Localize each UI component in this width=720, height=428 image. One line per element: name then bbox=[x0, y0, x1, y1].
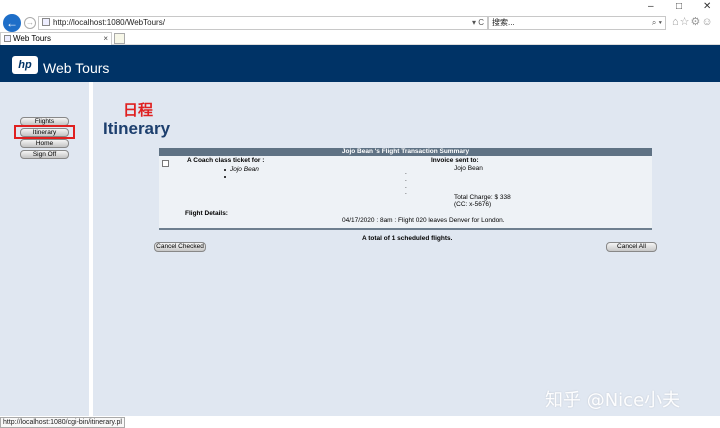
back-button[interactable]: ← bbox=[3, 14, 21, 32]
new-tab-button[interactable] bbox=[114, 33, 125, 44]
itinerary-highlight-box bbox=[14, 125, 75, 139]
page-title: Itinerary bbox=[103, 119, 171, 138]
tab-favicon-icon bbox=[4, 35, 11, 42]
total-flights-text: A total of 1 scheduled flights. bbox=[362, 235, 453, 242]
refresh-icon[interactable]: ▾ C bbox=[472, 17, 484, 29]
transaction-summary: Jojo Bean 's Flight Transaction Summary … bbox=[159, 148, 652, 230]
hp-logo: hp bbox=[12, 56, 38, 74]
site-header: hp Web Tours bbox=[0, 45, 720, 82]
cancel-checked-button[interactable]: Cancel Checked bbox=[154, 242, 206, 252]
url-text: http://localhost:1080/WebTours/ bbox=[53, 18, 165, 27]
invoice-name: Jojo Bean bbox=[454, 165, 483, 172]
forward-button[interactable]: → bbox=[24, 17, 36, 29]
close-window-button[interactable]: ✕ bbox=[703, 1, 711, 12]
url-input[interactable]: http://localhost:1080/WebTours/ ▾ C bbox=[38, 16, 488, 30]
total-charge: Total Charge: $ 338 bbox=[454, 194, 511, 201]
search-placeholder: 搜索... bbox=[492, 18, 515, 27]
site-title: Web Tours bbox=[43, 60, 110, 76]
nav-home-button[interactable]: Home bbox=[20, 139, 69, 148]
search-icon[interactable]: ⌕ ▾ bbox=[652, 17, 662, 29]
passenger-name: Jojo Bean bbox=[230, 166, 259, 173]
tab-close-icon[interactable]: × bbox=[103, 33, 108, 44]
passenger-bullet bbox=[224, 169, 226, 171]
status-url: http://localhost:1080/cgi-bin/itinerary.… bbox=[0, 417, 125, 428]
cancel-all-button[interactable]: Cancel All bbox=[606, 242, 657, 252]
passenger-bullet-empty bbox=[224, 176, 226, 178]
tab-title: Web Tours bbox=[13, 34, 51, 43]
zhihu-watermark: 知乎 @Nice小夫 bbox=[545, 390, 681, 411]
flight-details: 04/17/2020 : 8am : Flight 020 leaves Den… bbox=[342, 217, 505, 224]
tab-bar: Web Tours × bbox=[0, 32, 720, 45]
summary-header: Jojo Bean 's Flight Transaction Summary bbox=[159, 148, 652, 156]
status-bar: http://localhost:1080/cgi-bin/itinerary.… bbox=[0, 416, 720, 428]
maximize-button[interactable]: □ bbox=[676, 1, 682, 12]
credit-card: (CC: x-5676) bbox=[454, 201, 492, 208]
page-title-chinese: 日程 bbox=[123, 101, 154, 119]
ticket-heading: A Coach class ticket for : bbox=[187, 157, 265, 164]
browser-titlebar: – □ ✕ bbox=[0, 0, 720, 14]
address-bar: ← → http://localhost:1080/WebTours/ ▾ C … bbox=[0, 14, 720, 32]
nav-signoff-button[interactable]: Sign Off bbox=[20, 150, 69, 159]
separator-dot: . bbox=[405, 189, 407, 196]
invoice-heading: Invoice sent to: bbox=[431, 157, 479, 164]
flight-select-checkbox[interactable] bbox=[162, 160, 169, 167]
tab-web-tours[interactable]: Web Tours × bbox=[0, 32, 112, 45]
flight-details-label: Flight Details: bbox=[185, 210, 228, 217]
search-input[interactable]: 搜索... ⌕ ▾ bbox=[488, 16, 666, 30]
home-favorites-settings-icons[interactable]: ⌂☆⚙☺ bbox=[672, 15, 714, 28]
page-favicon-icon bbox=[42, 18, 50, 26]
minimize-button[interactable]: – bbox=[648, 1, 654, 12]
